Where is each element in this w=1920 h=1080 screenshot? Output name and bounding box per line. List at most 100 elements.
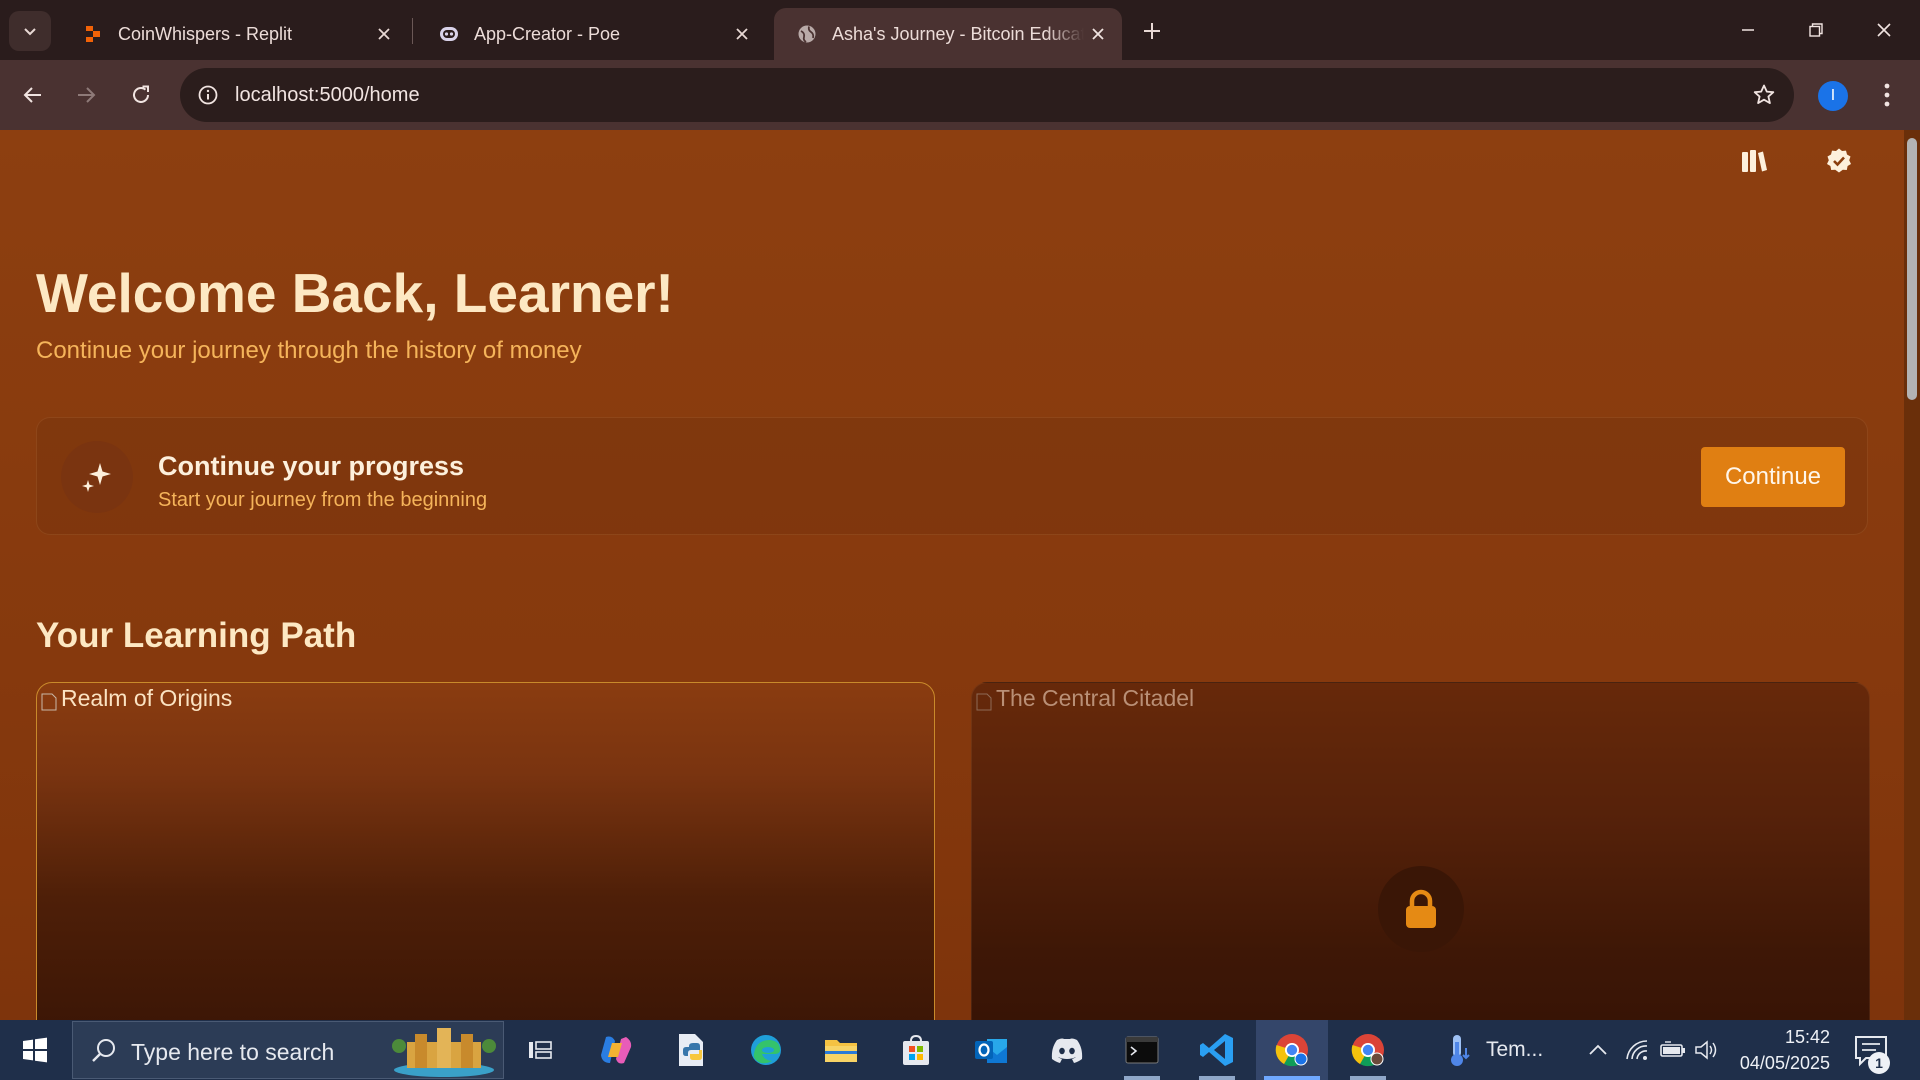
chrome-app-active[interactable]: [1256, 1020, 1328, 1080]
tab-separator: [412, 18, 413, 44]
edge-app[interactable]: [730, 1020, 802, 1080]
continue-button[interactable]: Continue: [1701, 447, 1845, 507]
continue-progress-card: Continue your progress Start your journe…: [36, 417, 1868, 535]
page-title: Welcome Back, Learner!: [36, 262, 674, 324]
search-placeholder: Type here to search: [131, 1039, 335, 1065]
tab-search-button[interactable]: [9, 11, 51, 51]
battery-icon: [1660, 1041, 1685, 1057]
system-clock[interactable]: 15:42 04/05/2025: [1720, 1024, 1830, 1076]
browser-toolbar: localhost:5000/home I: [0, 60, 1920, 130]
page-content: Welcome Back, Learner! Continue your jou…: [0, 130, 1920, 1020]
tab-title: Asha's Journey - Bitcoin Education: [832, 23, 1084, 44]
chevron-down-icon: [24, 28, 36, 36]
address-bar[interactable]: localhost:5000/home: [180, 68, 1794, 122]
running-indicator: [1350, 1076, 1386, 1080]
plus-icon: [1144, 23, 1160, 39]
python-file-icon: [679, 1034, 703, 1066]
tab-title: CoinWhispers - Replit: [118, 23, 293, 44]
site-info-icon[interactable]: [194, 81, 222, 109]
start-button[interactable]: [0, 1020, 70, 1080]
close-icon[interactable]: [728, 20, 756, 48]
clock-time: 15:42: [1784, 1027, 1830, 1047]
tab-ashas-journey[interactable]: Asha's Journey - Bitcoin Education: [774, 8, 1122, 60]
volume-button[interactable]: [1690, 1020, 1724, 1080]
running-indicator: [1264, 1076, 1320, 1080]
network-button[interactable]: [1620, 1020, 1654, 1080]
library-icon[interactable]: [1737, 144, 1771, 178]
show-hidden-icons-button[interactable]: [1584, 1020, 1612, 1080]
close-window-button[interactable]: [1850, 0, 1918, 60]
battery-button[interactable]: [1656, 1020, 1690, 1080]
realm-image-placeholder: The Central Citadel: [976, 685, 1194, 712]
close-icon[interactable]: [370, 20, 398, 48]
page-scrollbar[interactable]: [1904, 130, 1920, 1020]
reload-button[interactable]: [121, 75, 161, 115]
restore-icon: [1809, 23, 1823, 37]
url-text[interactable]: localhost:5000/home: [235, 84, 420, 107]
reload-icon: [133, 85, 149, 103]
close-icon[interactable]: [1084, 20, 1112, 48]
realm-card-central-citadel[interactable]: The Central Citadel: [971, 682, 1870, 1020]
weather-widget[interactable]: Tem...: [1444, 1020, 1564, 1080]
minimize-button[interactable]: [1714, 0, 1782, 60]
chrome-app[interactable]: [1332, 1020, 1404, 1080]
vscode-app[interactable]: [1181, 1020, 1253, 1080]
thermometer-icon: [1451, 1035, 1470, 1066]
windows-taskbar: Type here to search Tem... 15:42 04/05/2…: [0, 1020, 1920, 1080]
running-indicator: [1124, 1076, 1160, 1080]
lock-icon: [1378, 866, 1464, 952]
poe-icon: [438, 23, 460, 45]
discord-app[interactable]: [1031, 1020, 1103, 1080]
wifi-icon: [1626, 1040, 1648, 1060]
running-indicator: [1199, 1076, 1235, 1080]
copilot-app[interactable]: [580, 1020, 652, 1080]
sparkles-icon: [61, 441, 133, 513]
profile-avatar[interactable]: I: [1818, 81, 1848, 111]
clock-date: 04/05/2025: [1739, 1053, 1830, 1073]
terminal-app[interactable]: [1106, 1020, 1178, 1080]
chrome-icon: [1275, 1034, 1308, 1067]
bookmark-star-icon[interactable]: [1750, 81, 1778, 109]
page-subtitle: Continue your journey through the histor…: [36, 337, 582, 364]
discord-icon: [1051, 1038, 1083, 1063]
windows-logo-icon: [23, 1037, 47, 1063]
realm-title: The Central Citadel: [996, 685, 1195, 711]
broken-image-icon: [976, 690, 992, 710]
outlook-icon: [975, 1039, 1007, 1063]
file-explorer-app[interactable]: [805, 1020, 877, 1080]
arrow-left-icon: [23, 87, 41, 103]
search-highlight-illustration-icon: [392, 1028, 496, 1077]
weather-text: Tem...: [1486, 1038, 1544, 1061]
tab-title: App-Creator - Poe: [474, 23, 621, 44]
tab-coinwhispers[interactable]: CoinWhispers - Replit: [60, 8, 408, 60]
browser-menu-button[interactable]: [1872, 77, 1902, 113]
back-button[interactable]: [13, 75, 53, 115]
tab-app-creator[interactable]: App-Creator - Poe: [416, 8, 766, 60]
terminal-icon: [1125, 1036, 1159, 1064]
folder-icon: [825, 1040, 857, 1062]
outlook-app[interactable]: [956, 1020, 1028, 1080]
more-vertical-icon: [1884, 83, 1890, 107]
vscode-icon: [1200, 1034, 1233, 1066]
taskbar-search-box[interactable]: Type here to search: [72, 1021, 504, 1079]
arrow-right-icon: [78, 87, 96, 103]
chevron-up-icon: [1589, 1044, 1607, 1055]
realm-title: Realm of Origins: [61, 685, 233, 711]
browser-tab-strip: CoinWhispers - Replit App-Creator - Poe …: [0, 0, 1920, 60]
verified-badge-icon[interactable]: [1822, 144, 1856, 178]
restore-button[interactable]: [1782, 0, 1850, 60]
minimize-icon: [1742, 29, 1754, 31]
realm-card-origins[interactable]: Realm of Origins: [36, 682, 935, 1020]
realm-image-placeholder: Realm of Origins: [41, 685, 232, 712]
task-view-button[interactable]: [504, 1020, 576, 1080]
python-file-app[interactable]: [656, 1020, 728, 1080]
new-tab-button[interactable]: [1135, 14, 1169, 48]
notification-count-badge: 1: [1868, 1052, 1890, 1074]
learning-path-heading: Your Learning Path: [36, 616, 357, 655]
speaker-icon: [1695, 1040, 1717, 1060]
scrollbar-thumb[interactable]: [1907, 138, 1917, 400]
chrome-icon: [1351, 1034, 1384, 1067]
forward-button[interactable]: [66, 75, 106, 115]
microsoft-store-app[interactable]: [880, 1020, 952, 1080]
progress-title: Continue your progress: [158, 451, 465, 481]
